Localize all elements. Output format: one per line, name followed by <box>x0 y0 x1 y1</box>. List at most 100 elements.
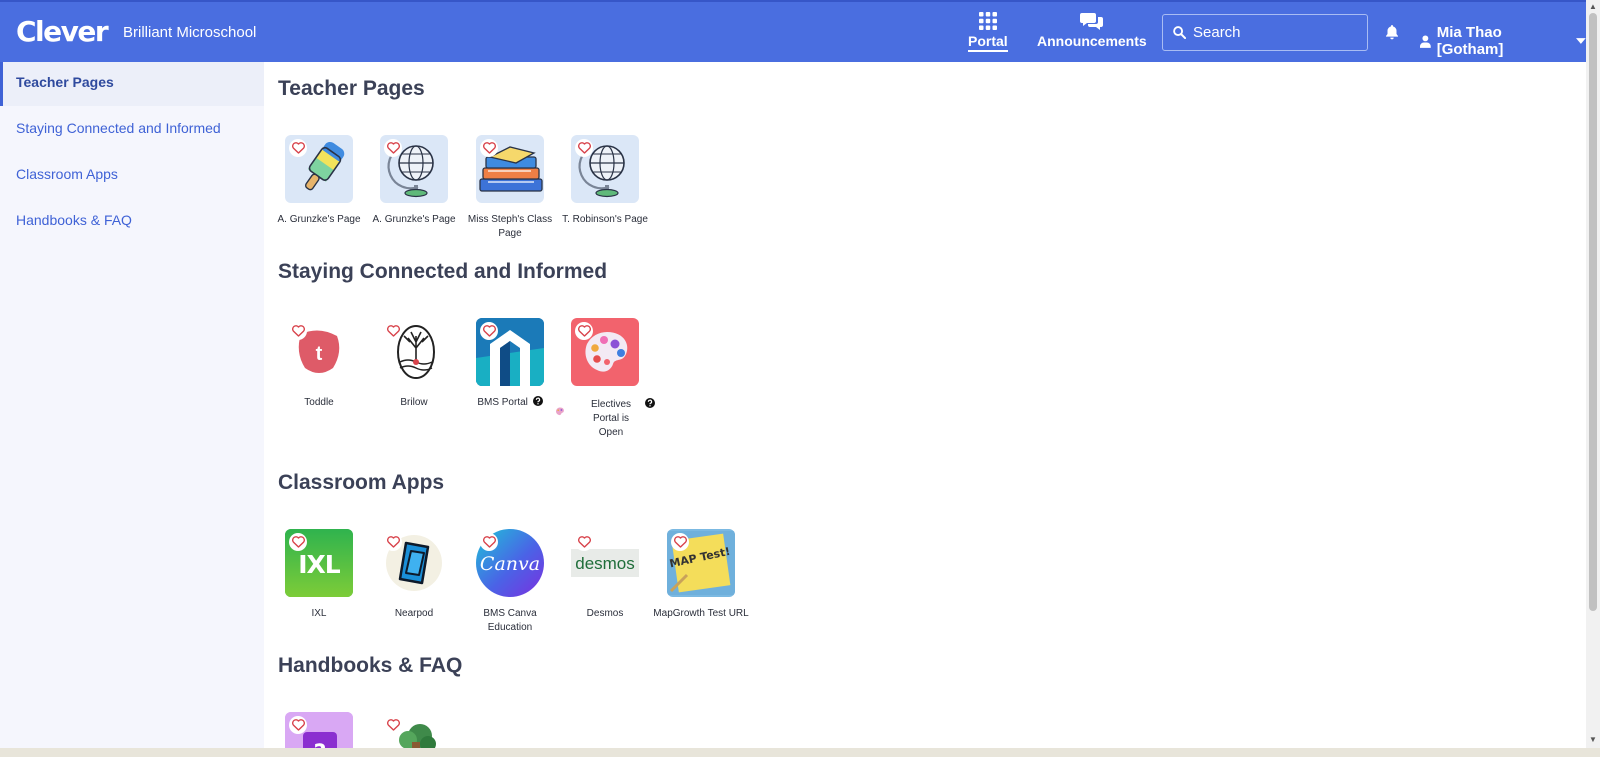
heart-icon <box>482 325 496 337</box>
app-label: IXL <box>311 608 327 619</box>
nav-tab-announcements[interactable]: Announcements <box>1037 11 1147 49</box>
scroll-down-arrow-icon[interactable]: ▼ <box>1589 735 1597 744</box>
favorite-button[interactable] <box>480 533 498 551</box>
favorite-button[interactable] <box>575 322 593 340</box>
tree-logo-icon <box>380 318 448 386</box>
arch-logo-icon <box>476 318 544 386</box>
scroll-up-arrow-icon[interactable]: ▲ <box>1589 2 1597 11</box>
help-icon[interactable] <box>644 398 655 408</box>
sidebar-item-handbooks-faq[interactable]: Handbooks & FAQ <box>0 200 264 244</box>
heart-icon <box>386 719 400 731</box>
app-label: A. Grunzke's Page <box>277 214 361 225</box>
heart-icon <box>482 536 496 548</box>
map-test-note-icon: MAP Test! <box>667 529 735 597</box>
app-label: BMS Portal <box>460 396 560 410</box>
chat-bubbles-icon <box>1079 13 1103 30</box>
search-icon <box>1173 26 1186 39</box>
main-content: Teacher Pages A. Grunzke's Page A. Grunz… <box>277 62 1568 748</box>
heart-icon <box>673 536 687 548</box>
grid-icon <box>978 12 997 30</box>
desmos-logo-text: desmos <box>575 554 635 573</box>
favorite-button[interactable] <box>480 139 498 157</box>
section-title-handbooks-faq: Handbooks & FAQ <box>278 654 463 677</box>
app-label: Toddle <box>304 397 334 408</box>
favorite-button[interactable] <box>384 716 402 734</box>
favorite-button[interactable] <box>575 533 593 551</box>
heart-icon <box>482 142 496 154</box>
canva-logo-icon: Canva <box>476 529 544 597</box>
question-box-icon: ? <box>285 712 353 748</box>
heart-icon <box>291 719 305 731</box>
scroll-thumb[interactable] <box>1589 13 1597 611</box>
top-navbar: Clever Brilliant Microschool Portal Anno… <box>0 0 1586 62</box>
user-menu[interactable]: Mia Thao [Gotham] <box>1420 24 1586 58</box>
heart-icon <box>577 142 591 154</box>
electives-label-text: Electives Portal is Open <box>590 399 631 438</box>
favorite-button[interactable] <box>289 139 307 157</box>
tree-illustration-icon <box>380 712 448 748</box>
heart-icon <box>386 142 400 154</box>
app-frame: Clever Brilliant Microschool Portal Anno… <box>0 0 1586 748</box>
favorite-button[interactable] <box>575 139 593 157</box>
app-label: BMS Canva Education <box>483 608 537 633</box>
heart-icon <box>291 536 305 548</box>
user-icon <box>1420 34 1431 48</box>
user-name: Mia Thao [Gotham] <box>1436 24 1504 58</box>
app-label: Brilow <box>400 397 428 408</box>
app-label: Electives Portal is Open <box>555 398 655 440</box>
books-icon <box>476 135 544 203</box>
ixl-logo-icon: IXL <box>285 529 353 597</box>
section-title-teacher-pages: Teacher Pages <box>278 77 425 100</box>
canva-logo-text: Canva <box>480 553 540 575</box>
nav-tab-portal[interactable]: Portal <box>968 11 1008 52</box>
section-title-staying-connected: Staying Connected and Informed <box>278 260 608 283</box>
app-label-text: BMS Portal <box>477 397 528 408</box>
favorite-button[interactable] <box>671 533 689 551</box>
favorite-button[interactable] <box>384 139 402 157</box>
sidebar-item-staying-connected[interactable]: Staying Connected and Informed <box>0 108 264 152</box>
svg-text:?: ? <box>314 741 327 748</box>
popsicle-icon <box>285 135 353 203</box>
search-input[interactable] <box>1193 24 1363 41</box>
toddle-logo-text: t <box>316 343 323 365</box>
favorite-button[interactable] <box>289 322 307 340</box>
globe-icon <box>380 135 448 203</box>
search-box[interactable] <box>1162 14 1368 51</box>
desmos-logo-icon: desmos <box>571 529 639 597</box>
toddle-logo-icon: t <box>285 318 353 386</box>
page-scrollbar[interactable]: ▲ ▼ <box>1586 0 1600 748</box>
app-label: Desmos <box>586 608 624 619</box>
ixl-logo-text: IXL <box>298 550 341 579</box>
clever-logo[interactable]: Clever <box>16 15 109 48</box>
heart-icon <box>291 142 305 154</box>
app-label: MapGrowth Test URL <box>653 608 749 619</box>
app-label: Miss Steph's Class Page <box>467 214 553 239</box>
heart-icon <box>577 325 591 337</box>
caret-down-icon <box>1576 38 1586 44</box>
sidebar-item-classroom-apps[interactable]: Classroom Apps <box>0 154 264 198</box>
section-title-classroom-apps: Classroom Apps <box>278 471 445 494</box>
district-name: Brilliant Microschool <box>123 24 257 41</box>
favorite-button[interactable] <box>289 533 307 551</box>
heart-icon <box>386 536 400 548</box>
nav-tab-portal-label: Portal <box>968 33 1008 52</box>
sidebar: Teacher Pages Staying Connected and Info… <box>0 62 264 748</box>
heart-icon <box>291 325 305 337</box>
app-label: Nearpod <box>394 608 434 619</box>
app-label: A. Grunzke's Page <box>372 214 456 225</box>
nearpod-logo-icon <box>380 529 448 597</box>
favorite-button[interactable] <box>289 716 307 734</box>
sidebar-item-teacher-pages[interactable]: Teacher Pages <box>0 62 264 106</box>
bell-icon <box>1386 25 1398 40</box>
favorite-button[interactable] <box>384 533 402 551</box>
heart-icon <box>386 325 400 337</box>
app-label: T. Robinson's Page <box>562 214 648 225</box>
palette-emoji-icon <box>556 407 565 416</box>
nav-tab-announcements-label: Announcements <box>1037 33 1147 49</box>
favorite-button[interactable] <box>384 322 402 340</box>
notifications-button[interactable] <box>1385 24 1399 45</box>
help-icon[interactable] <box>532 396 543 406</box>
paint-palette-icon <box>571 318 639 386</box>
favorite-button[interactable] <box>480 322 498 340</box>
heart-icon <box>577 536 591 548</box>
